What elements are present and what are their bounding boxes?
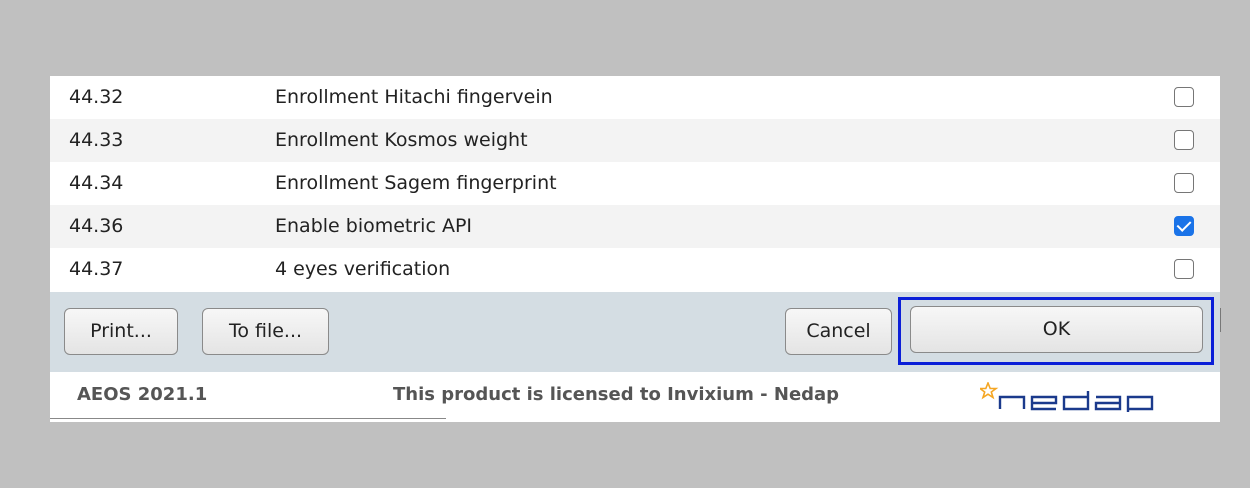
feature-number: 44.34 xyxy=(69,172,124,194)
ok-button[interactable]: OK xyxy=(910,306,1203,353)
nedap-logo xyxy=(980,382,1154,412)
feature-number: 44.33 xyxy=(69,129,124,151)
feature-label: Enrollment Kosmos weight xyxy=(275,129,528,151)
feature-checkbox[interactable] xyxy=(1174,130,1194,150)
feature-list: 44.32 Enrollment Hitachi fingervein 44.3… xyxy=(50,76,1220,291)
list-item[interactable]: 44.34 Enrollment Sagem fingerprint xyxy=(50,162,1220,205)
toolbar-divider xyxy=(1220,308,1221,332)
list-item[interactable]: 44.32 Enrollment Hitachi fingervein xyxy=(50,76,1220,119)
version-label: AEOS 2021.1 xyxy=(77,384,208,405)
feature-label: 4 eyes verification xyxy=(275,258,451,280)
feature-label: Enrollment Sagem fingerprint xyxy=(275,172,557,194)
license-label: This product is licensed to Invixium - N… xyxy=(393,384,840,405)
feature-number: 44.36 xyxy=(69,215,124,237)
feature-label: Enable biometric API xyxy=(275,215,473,237)
list-item[interactable]: 44.33 Enrollment Kosmos weight xyxy=(50,119,1220,162)
feature-checkbox[interactable] xyxy=(1174,87,1194,107)
feature-label: Enrollment Hitachi fingervein xyxy=(275,86,553,108)
button-bar: Print... To file... Cancel OK xyxy=(50,292,1221,372)
star-icon xyxy=(980,382,999,400)
feature-checkbox[interactable] xyxy=(1174,216,1194,236)
feature-checkbox[interactable] xyxy=(1174,259,1194,279)
footer: AEOS 2021.1 This product is licensed to … xyxy=(50,372,1220,422)
feature-number: 44.37 xyxy=(69,258,124,280)
list-item[interactable]: 44.36 Enable biometric API xyxy=(50,205,1220,248)
list-item[interactable]: 44.37 4 eyes verification xyxy=(50,248,1220,291)
footer-divider xyxy=(50,418,446,419)
dialog-panel: 44.32 Enrollment Hitachi fingervein 44.3… xyxy=(50,76,1221,422)
to-file-button[interactable]: To file... xyxy=(202,308,329,355)
feature-number: 44.32 xyxy=(69,86,124,108)
feature-checkbox[interactable] xyxy=(1174,173,1194,193)
print-button[interactable]: Print... xyxy=(64,308,178,355)
cancel-button[interactable]: Cancel xyxy=(785,308,892,355)
